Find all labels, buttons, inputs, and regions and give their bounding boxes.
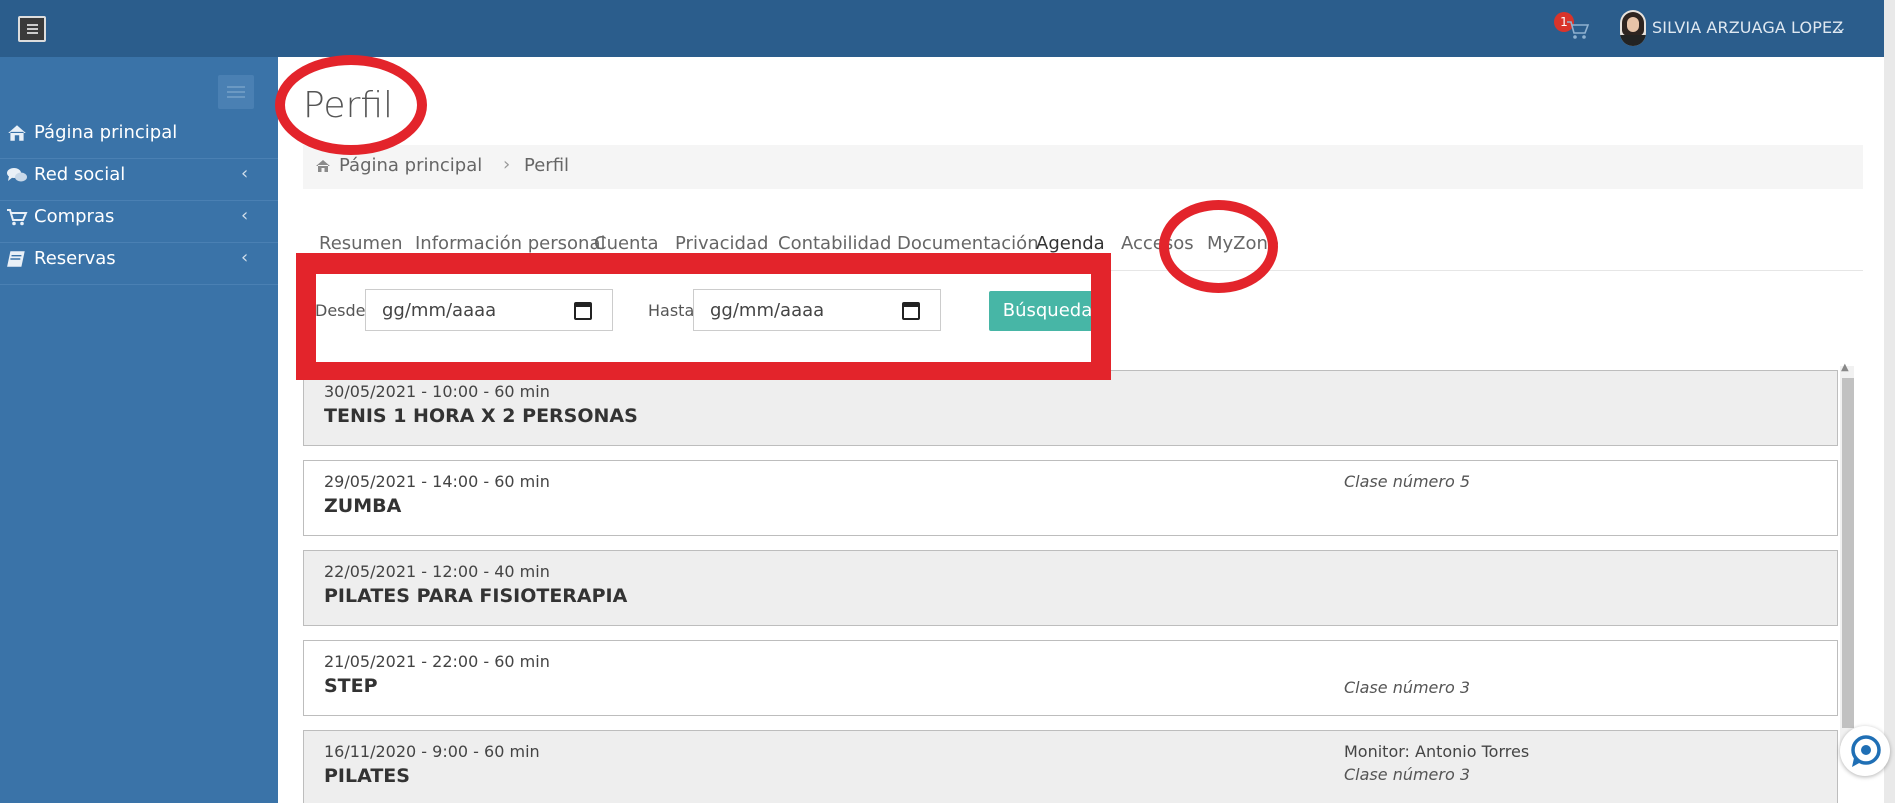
sidebar-toggle-button[interactable] [218, 75, 254, 109]
list-item[interactable]: 16/11/2020 - 9:00 - 60 min PILATES Monit… [303, 730, 1838, 803]
sidebar-item-bookings[interactable]: Reservas ‹ [0, 234, 278, 285]
sidebar-item-label: Compras [34, 206, 115, 227]
tab-privacidad[interactable]: Privacidad [675, 233, 768, 254]
event-name: ZUMBA [324, 495, 402, 517]
event-class-number: Clase número 3 [1344, 678, 1471, 697]
page-scrollbar[interactable] [1884, 0, 1895, 803]
chevron-down-icon[interactable]: ⌄ [1835, 20, 1847, 36]
sidebar-item-label: Página principal [34, 122, 178, 143]
comments-icon [7, 168, 27, 182]
list-scrollbar-thumb[interactable] [1842, 378, 1854, 728]
event-datetime: 29/05/2021 - 14:00 - 60 min [324, 472, 550, 491]
list-item[interactable]: 29/05/2021 - 14:00 - 60 min ZUMBA Clase … [303, 460, 1838, 536]
breadcrumb-current: Perfil [524, 155, 570, 176]
event-datetime: 30/05/2021 - 10:00 - 60 min [324, 382, 550, 401]
sidebar-item-label: Reservas [34, 248, 116, 269]
cart-icon [7, 209, 28, 226]
event-name: PILATES PARA FISIOTERAPIA [324, 585, 628, 607]
tab-cuenta[interactable]: Cuenta [594, 233, 659, 254]
event-class-number: Clase número 3 [1344, 765, 1471, 784]
tab-agenda[interactable]: Agenda [1036, 233, 1105, 254]
tab-resumen[interactable]: Resumen [319, 233, 403, 254]
event-name: STEP [324, 675, 378, 697]
app-menu-icon[interactable] [18, 16, 46, 42]
tab-informacion-personal[interactable]: Información personal [415, 233, 606, 254]
list-item[interactable]: 21/05/2021 - 22:00 - 60 min STEP Clase n… [303, 640, 1838, 716]
chat-icon [1851, 735, 1881, 767]
book-icon [7, 251, 25, 267]
event-monitor: Monitor: Antonio Torres [1344, 742, 1530, 761]
breadcrumb-home-link[interactable]: Página principal [339, 155, 482, 176]
chevron-left-icon: ‹ [241, 205, 249, 226]
main-content: Perfil Página principal › Perfil Resumen… [278, 57, 1895, 803]
agenda-list: 30/05/2021 - 10:00 - 60 min TENIS 1 HORA… [303, 370, 1838, 803]
event-name: PILATES [324, 765, 410, 787]
chevron-left-icon: ‹ [241, 163, 249, 184]
list-item[interactable]: 30/05/2021 - 10:00 - 60 min TENIS 1 HORA… [303, 370, 1838, 446]
user-name[interactable]: SILVIA ARZUAGA LOPEZ [1652, 18, 1843, 37]
event-datetime: 16/11/2020 - 9:00 - 60 min [324, 742, 540, 761]
event-name: TENIS 1 HORA X 2 PERSONAS [324, 405, 638, 427]
home-icon [8, 125, 26, 141]
event-datetime: 22/05/2021 - 12:00 - 40 min [324, 562, 550, 581]
sidebar-item-label: Red social [34, 164, 126, 185]
cart-icon[interactable] [1566, 20, 1590, 40]
breadcrumb-separator: › [503, 154, 511, 175]
event-class-number: Clase número 5 [1344, 472, 1471, 491]
user-avatar[interactable] [1620, 10, 1646, 46]
scroll-up-arrow-icon[interactable]: ▲ [1841, 362, 1849, 373]
annotation-circle-agenda-tab [1159, 200, 1278, 293]
breadcrumb: Página principal › Perfil [303, 145, 1863, 189]
tab-contabilidad[interactable]: Contabilidad [778, 233, 891, 254]
list-item[interactable]: 22/05/2021 - 12:00 - 40 min PILATES PARA… [303, 550, 1838, 626]
sidebar: Página principal Red social ‹ Compras ‹ … [0, 57, 278, 803]
tab-documentacion[interactable]: Documentación [897, 233, 1039, 254]
event-datetime: 21/05/2021 - 22:00 - 60 min [324, 652, 550, 671]
home-icon [316, 160, 330, 172]
top-bar: 1 SILVIA ARZUAGA LOPEZ ⌄ [0, 0, 1895, 57]
annotation-circle-title [275, 55, 427, 155]
chat-widget-button[interactable] [1840, 726, 1890, 776]
chevron-left-icon: ‹ [241, 247, 249, 268]
annotation-box-date-filter [296, 253, 1111, 380]
